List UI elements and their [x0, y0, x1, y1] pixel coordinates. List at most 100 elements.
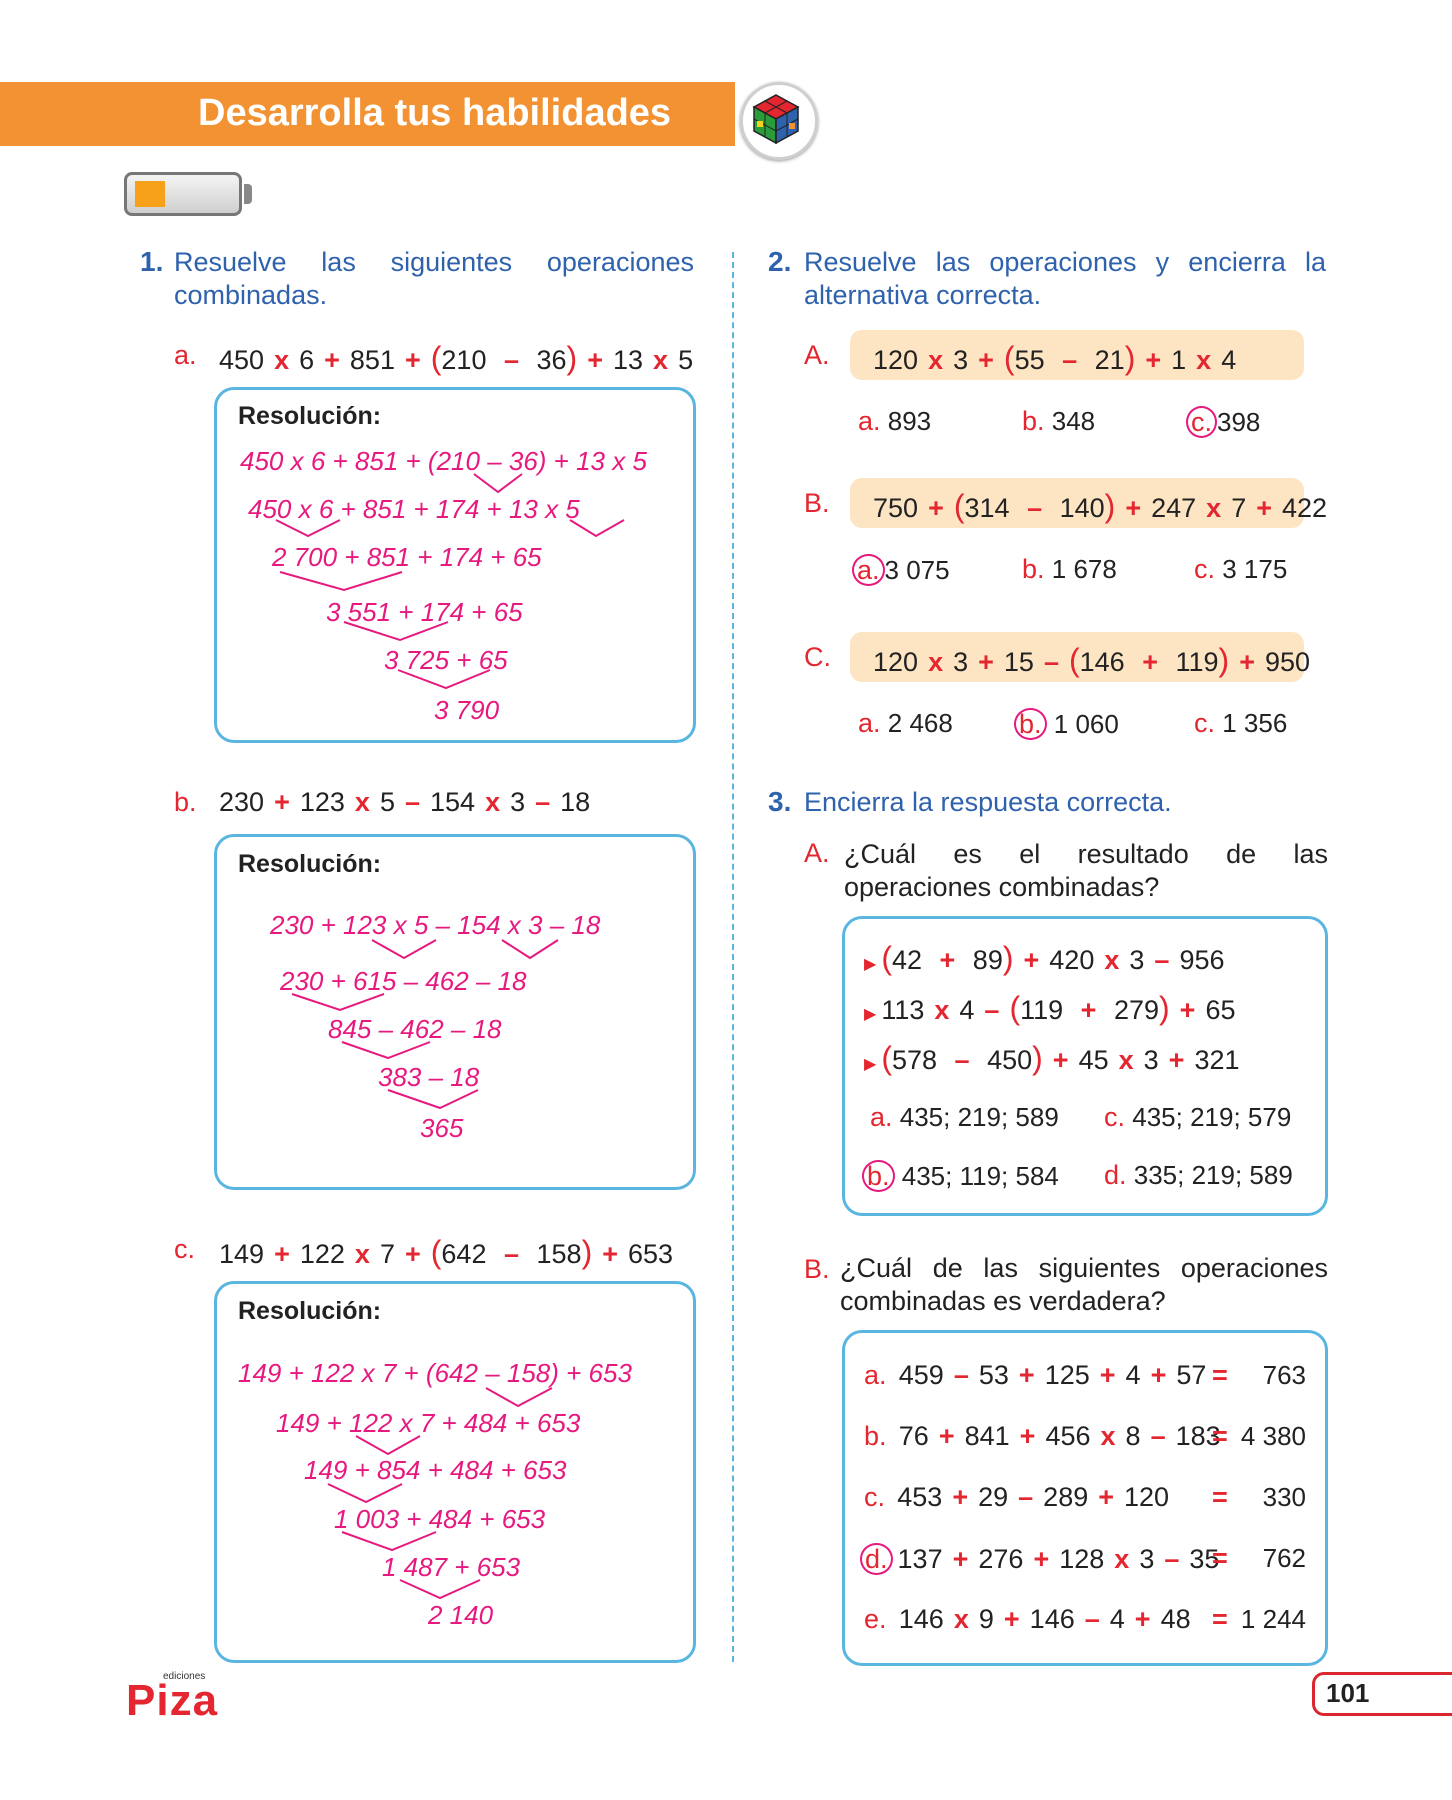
expr-token: + — [1023, 945, 1040, 975]
expr-token: 321 — [1194, 1045, 1240, 1075]
q3B-result-e: 1 244 — [1240, 1604, 1306, 1634]
q3B-row-b[interactable]: b. 76 +841 +456 x 8–183 — [864, 1421, 1226, 1452]
q2B-option-b[interactable]: b. 1 678 — [1022, 554, 1117, 585]
expr-token: x — [1196, 345, 1212, 375]
expr-token: x — [653, 345, 669, 375]
q3A-option-c[interactable]: c. 435; 219; 579 — [1104, 1102, 1291, 1133]
q3B-equals-a: = — [1212, 1360, 1228, 1390]
expr-token: (42 — [881, 940, 930, 976]
expr-token: x — [1114, 1544, 1130, 1574]
q1-text-line1: Resuelve las siguientes operaciones — [174, 247, 694, 277]
expr-token: 123 — [299, 787, 345, 817]
expr-token: 247 — [1151, 493, 1197, 523]
expr-token: x — [953, 1604, 969, 1634]
expr-token: x — [354, 787, 370, 817]
q2A-option-a[interactable]: a. 893 — [858, 406, 931, 437]
q3B-result-a: 763 — [1262, 1360, 1306, 1390]
q1a-step-3: 2 700 + 851 + 174 + 65 — [272, 542, 542, 572]
expr-token: + — [1033, 1544, 1050, 1574]
q3A-text-line1: ¿Cuál es el resultado de las — [844, 839, 1328, 869]
expr-token: 3 — [953, 647, 969, 677]
q1c-step-2: 149 + 122 x 7 + 484 + 653 — [276, 1408, 581, 1438]
expr-token: (210 — [430, 340, 494, 376]
expr-token: 279) — [1106, 990, 1170, 1026]
expr-token: 13 — [612, 345, 644, 375]
q3A-option-a[interactable]: a. 435; 219; 589 — [870, 1102, 1059, 1133]
q3A-line-2: ▶ 113 x 4– (119 + 279) +65 — [864, 990, 1236, 1026]
q1-text-line2: combinadas. — [174, 280, 328, 310]
q2C-option-a[interactable]: a. 2 468 — [858, 708, 953, 739]
q3B-label: B. — [804, 1254, 830, 1284]
q3B-result-b: 4 380 — [1240, 1421, 1306, 1451]
q3B-row-a[interactable]: a. 459–53 +125 +4 +57 — [864, 1360, 1211, 1391]
q3A-option-d[interactable]: d. 335; 219; 589 — [1104, 1160, 1293, 1191]
expr-token: 113 — [881, 995, 925, 1025]
q2A-label: A. — [804, 340, 830, 370]
q1c-step-6: 2 140 — [428, 1600, 494, 1630]
q1c-step-1: 149 + 122 x 7 + (642 – 158) + 653 — [238, 1358, 632, 1388]
expr-token: + — [952, 1482, 969, 1512]
q1a-label: a. — [174, 340, 197, 370]
q3B-row-c[interactable]: c. 453 +29–289 +120 — [864, 1482, 1174, 1513]
expr-token: (119 — [1009, 990, 1071, 1026]
expr-token: 6 — [299, 345, 315, 375]
expr-token: + — [274, 787, 290, 817]
q1b-resolution-label: Resolución: — [238, 850, 382, 878]
q2B-option-a[interactable]: a. 3 075 — [852, 554, 950, 586]
expr-token: + — [1256, 493, 1272, 523]
expr-token: 230 — [219, 787, 265, 817]
q2B-option-c[interactable]: c. 3 175 — [1194, 554, 1287, 585]
q2C-label: C. — [804, 642, 831, 672]
expr-token: + — [1239, 647, 1255, 677]
expr-token: 15 — [1003, 647, 1034, 677]
expr-token: + — [1019, 1421, 1036, 1451]
expr-token: 7 — [1231, 493, 1247, 523]
battery-icon — [124, 172, 242, 216]
expr-token: 456 — [1045, 1421, 1091, 1451]
expr-token: 4 — [959, 995, 975, 1025]
q3B-row-e[interactable]: e. 146 x 9 +146–4 +48 — [864, 1604, 1196, 1635]
expr-token: + — [324, 345, 340, 375]
q2A-option-b[interactable]: b. 348 — [1022, 406, 1095, 437]
q1a-step-5: 3 725 + 65 — [384, 645, 508, 675]
expr-token: 956 — [1179, 945, 1225, 975]
expr-token: + — [938, 1421, 955, 1451]
q3B-equals-b: = — [1212, 1421, 1228, 1451]
expr-token: 137 — [897, 1544, 943, 1574]
expr-token: – — [1027, 493, 1043, 523]
expr-token: + — [587, 345, 603, 375]
expr-token: 120 — [1124, 1482, 1170, 1512]
expr-token: 450) — [979, 1040, 1043, 1076]
q3A-label: A. — [804, 838, 830, 868]
q1b-expression: 230 +123 x 5–154 x 3–18 — [214, 787, 595, 818]
q2C-option-b[interactable]: b. 1 060 — [1014, 708, 1119, 740]
expr-token: 146 — [898, 1604, 944, 1634]
expr-token: 3 — [510, 787, 526, 817]
expr-token: – — [1164, 1544, 1180, 1574]
q2C-option-c[interactable]: c. 1 356 — [1194, 708, 1287, 739]
q1a-resolution-label: Resolución: — [238, 402, 382, 430]
q1b-step-3: 845 – 462 – 18 — [328, 1014, 502, 1044]
expr-token: 3 — [1139, 1544, 1155, 1574]
expr-token: (55 — [1003, 340, 1053, 376]
expr-token: + — [939, 945, 956, 975]
expr-token: + — [1125, 493, 1142, 523]
expr-token: – — [954, 1045, 970, 1075]
expr-token: 422 — [1282, 493, 1328, 523]
expr-token: 4 — [1125, 1360, 1141, 1390]
q3A-option-b[interactable]: b. 435; 119; 584 — [862, 1160, 1059, 1192]
q3-number: 3. — [768, 786, 792, 817]
expr-token: 128 — [1059, 1544, 1105, 1574]
expr-token: + — [1080, 995, 1097, 1025]
rubiks-cube-icon — [740, 82, 818, 160]
expr-token: 158) — [529, 1234, 593, 1270]
expr-token: + — [274, 1239, 290, 1269]
q2-number: 2. — [768, 246, 792, 277]
q1c-step-3: 149 + 854 + 484 + 653 — [304, 1455, 567, 1485]
expr-token: x — [1206, 493, 1222, 523]
q2A-option-c[interactable]: c. 398 — [1186, 406, 1260, 438]
q3B-row-d[interactable]: d. 137 +276 +128 x 3–35 — [860, 1543, 1224, 1575]
q1b-label: b. — [174, 787, 197, 817]
q2-text-line1: Resuelve las operaciones y encierra la — [804, 247, 1326, 277]
expr-token: 3 — [953, 345, 969, 375]
